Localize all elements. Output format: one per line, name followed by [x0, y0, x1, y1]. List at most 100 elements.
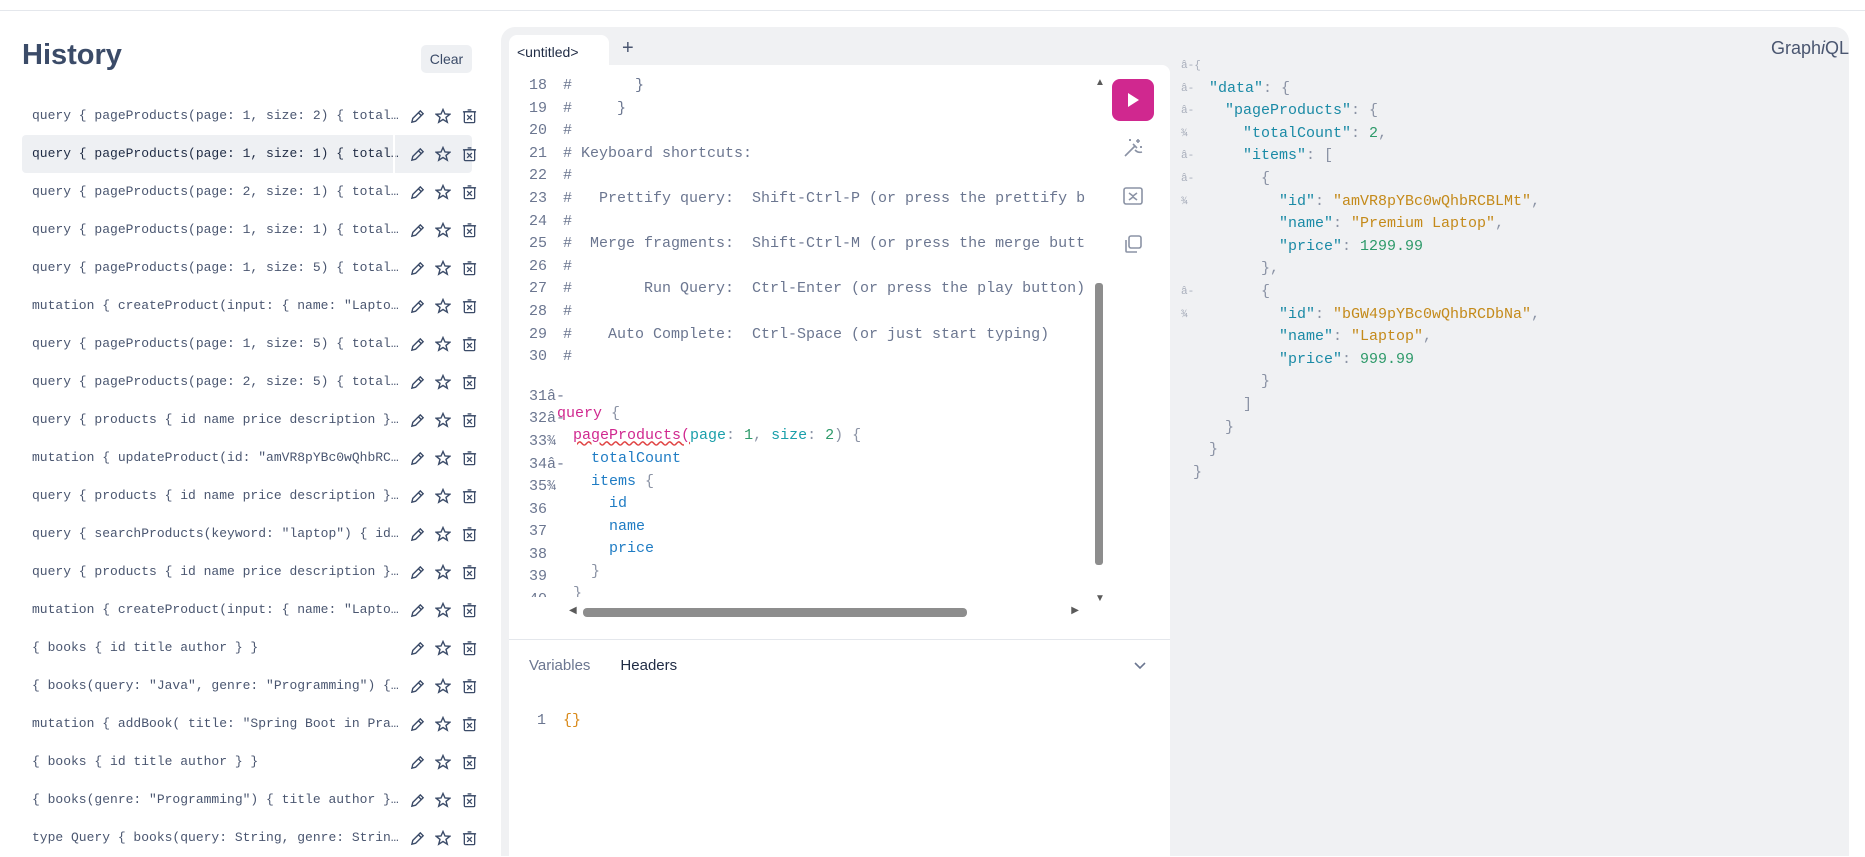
pencil-icon[interactable] — [407, 410, 427, 430]
history-item[interactable]: type Query { books(query: String, genre:… — [22, 819, 476, 857]
history-item-label[interactable]: type Query { books(query: String, genre:… — [32, 830, 402, 845]
star-icon[interactable] — [433, 372, 453, 392]
star-icon[interactable] — [433, 790, 453, 810]
scrollbar-thumb[interactable] — [583, 608, 967, 617]
trash-icon[interactable] — [459, 600, 479, 620]
trash-icon[interactable] — [459, 448, 479, 468]
trash-icon[interactable] — [459, 372, 479, 392]
history-item[interactable]: mutation { addBook( title: "Spring Boot … — [22, 705, 476, 743]
tab-headers[interactable]: Headers — [620, 657, 677, 674]
star-icon[interactable] — [433, 220, 453, 240]
scrollbar-thumb[interactable] — [1095, 283, 1103, 565]
pencil-icon[interactable] — [407, 486, 427, 506]
history-item[interactable]: query { products { id name price descrip… — [22, 553, 476, 591]
editor-vertical-scrollbar[interactable]: ▲ ▼ — [1094, 77, 1105, 607]
pencil-icon[interactable] — [407, 182, 427, 202]
history-item-label[interactable]: mutation { addBook( title: "Spring Boot … — [32, 716, 402, 731]
trash-icon[interactable] — [459, 828, 479, 848]
pencil-icon[interactable] — [407, 790, 427, 810]
history-item[interactable]: query { pageProducts(page: 1, size: 1) {… — [22, 211, 476, 249]
history-item-label[interactable]: query { pageProducts(page: 1, size: 1) {… — [32, 222, 402, 237]
history-item[interactable]: { books(genre: "Programming") { title au… — [22, 781, 476, 819]
pencil-icon[interactable] — [407, 372, 427, 392]
trash-icon[interactable] — [459, 258, 479, 278]
history-item[interactable]: query { products { id name price descrip… — [22, 477, 476, 515]
history-item[interactable]: query { pageProducts(page: 1, size: 5) {… — [22, 249, 476, 287]
star-icon[interactable] — [433, 144, 453, 164]
trash-icon[interactable] — [459, 220, 479, 240]
pencil-icon[interactable] — [407, 144, 427, 164]
history-item-label[interactable]: query { products { id name price descrip… — [32, 412, 402, 427]
prettify-button[interactable] — [1112, 127, 1154, 169]
history-item[interactable]: mutation { updateProduct(id: "amVR8pYBc0… — [22, 439, 476, 477]
trash-icon[interactable] — [459, 144, 479, 164]
scroll-down-arrow-icon[interactable]: ▼ — [1095, 593, 1105, 604]
tab-untitled[interactable]: <untitled> — [509, 35, 609, 67]
history-item-label[interactable]: query { pageProducts(page: 1, size: 5) {… — [32, 336, 402, 351]
star-icon[interactable] — [433, 182, 453, 202]
history-item-label[interactable]: query { pageProducts(page: 1, size: 5) {… — [32, 260, 402, 275]
pencil-icon[interactable] — [407, 334, 427, 354]
trash-icon[interactable] — [459, 182, 479, 202]
clear-history-button[interactable]: Clear — [421, 45, 472, 73]
history-item[interactable]: mutation { createProduct(input: { name: … — [22, 287, 476, 325]
star-icon[interactable] — [433, 410, 453, 430]
pencil-icon[interactable] — [407, 296, 427, 316]
scroll-right-arrow-icon[interactable]: ▶ — [1071, 605, 1079, 616]
history-item[interactable]: query { pageProducts(page: 1, size: 5) {… — [22, 325, 476, 363]
history-item-label[interactable]: query { pageProducts(page: 2, size: 1) {… — [32, 184, 402, 199]
toggle-editor-tools-button[interactable] — [1132, 657, 1148, 673]
trash-icon[interactable] — [459, 752, 479, 772]
history-item[interactable]: { books { id title author } } — [22, 629, 476, 667]
pencil-icon[interactable] — [407, 714, 427, 734]
query-editor[interactable]: 18 # } 19 # } 20 # 21 # Keyboard shortcuts: 22 # 2… — [509, 77, 1099, 597]
star-icon[interactable] — [433, 676, 453, 696]
pencil-icon[interactable] — [407, 600, 427, 620]
star-icon[interactable] — [433, 714, 453, 734]
history-item[interactable]: query { pageProducts(page: 2, size: 1) {… — [22, 173, 476, 211]
star-icon[interactable] — [433, 638, 453, 658]
history-item-label[interactable]: query { products { id name price descrip… — [32, 564, 402, 579]
history-item[interactable]: query { pageProducts(page: 1, size: 2) {… — [22, 97, 476, 135]
merge-fragments-button[interactable] — [1112, 175, 1154, 217]
history-item-label[interactable]: query { pageProducts(page: 2, size: 5) {… — [32, 374, 402, 389]
history-item-label[interactable]: query { products { id name price descrip… — [32, 488, 402, 503]
star-icon[interactable] — [433, 296, 453, 316]
star-icon[interactable] — [433, 600, 453, 620]
history-item[interactable]: query { pageProducts(page: 2, size: 5) {… — [22, 363, 476, 401]
result-viewer[interactable]: â-{ â- "data": { â- "pageProducts": { ¾ "to… — [1181, 57, 1841, 481]
pencil-icon[interactable] — [407, 752, 427, 772]
trash-icon[interactable] — [459, 638, 479, 658]
pencil-icon[interactable] — [407, 106, 427, 126]
execute-query-button[interactable] — [1112, 79, 1154, 121]
scroll-up-arrow-icon[interactable]: ▲ — [1095, 77, 1105, 88]
history-item-label[interactable]: { books { id title author } } — [32, 640, 402, 655]
trash-icon[interactable] — [459, 790, 479, 810]
star-icon[interactable] — [433, 524, 453, 544]
history-item[interactable]: mutation { createProduct(input: { name: … — [22, 591, 476, 629]
history-item[interactable]: query { searchProducts(keyword: "laptop"… — [22, 515, 476, 553]
pencil-icon[interactable] — [407, 524, 427, 544]
history-item-label[interactable]: query { searchProducts(keyword: "laptop"… — [32, 526, 402, 541]
pencil-icon[interactable] — [407, 448, 427, 468]
history-item[interactable]: query { pageProducts(page: 1, size: 1) {… — [22, 135, 476, 173]
trash-icon[interactable] — [459, 524, 479, 544]
history-item-label[interactable]: query { pageProducts(page: 1, size: 2) {… — [32, 108, 402, 123]
star-icon[interactable] — [433, 486, 453, 506]
trash-icon[interactable] — [459, 296, 479, 316]
history-item-label[interactable]: { books(genre: "Programming") { title au… — [32, 792, 402, 807]
pencil-icon[interactable] — [407, 828, 427, 848]
add-tab-button[interactable]: + — [622, 37, 634, 60]
star-icon[interactable] — [433, 448, 453, 468]
editor-horizontal-scrollbar[interactable]: ◀ ▶ — [569, 605, 1079, 619]
trash-icon[interactable] — [459, 486, 479, 506]
pencil-icon[interactable] — [407, 676, 427, 696]
pencil-icon[interactable] — [407, 562, 427, 582]
star-icon[interactable] — [433, 562, 453, 582]
star-icon[interactable] — [433, 828, 453, 848]
trash-icon[interactable] — [459, 676, 479, 696]
history-item-label[interactable]: { books(query: "Java", genre: "Programmi… — [32, 678, 402, 693]
history-item[interactable]: { books { id title author } } — [22, 743, 476, 781]
copy-query-button[interactable] — [1112, 223, 1154, 265]
scroll-left-arrow-icon[interactable]: ◀ — [569, 605, 577, 616]
